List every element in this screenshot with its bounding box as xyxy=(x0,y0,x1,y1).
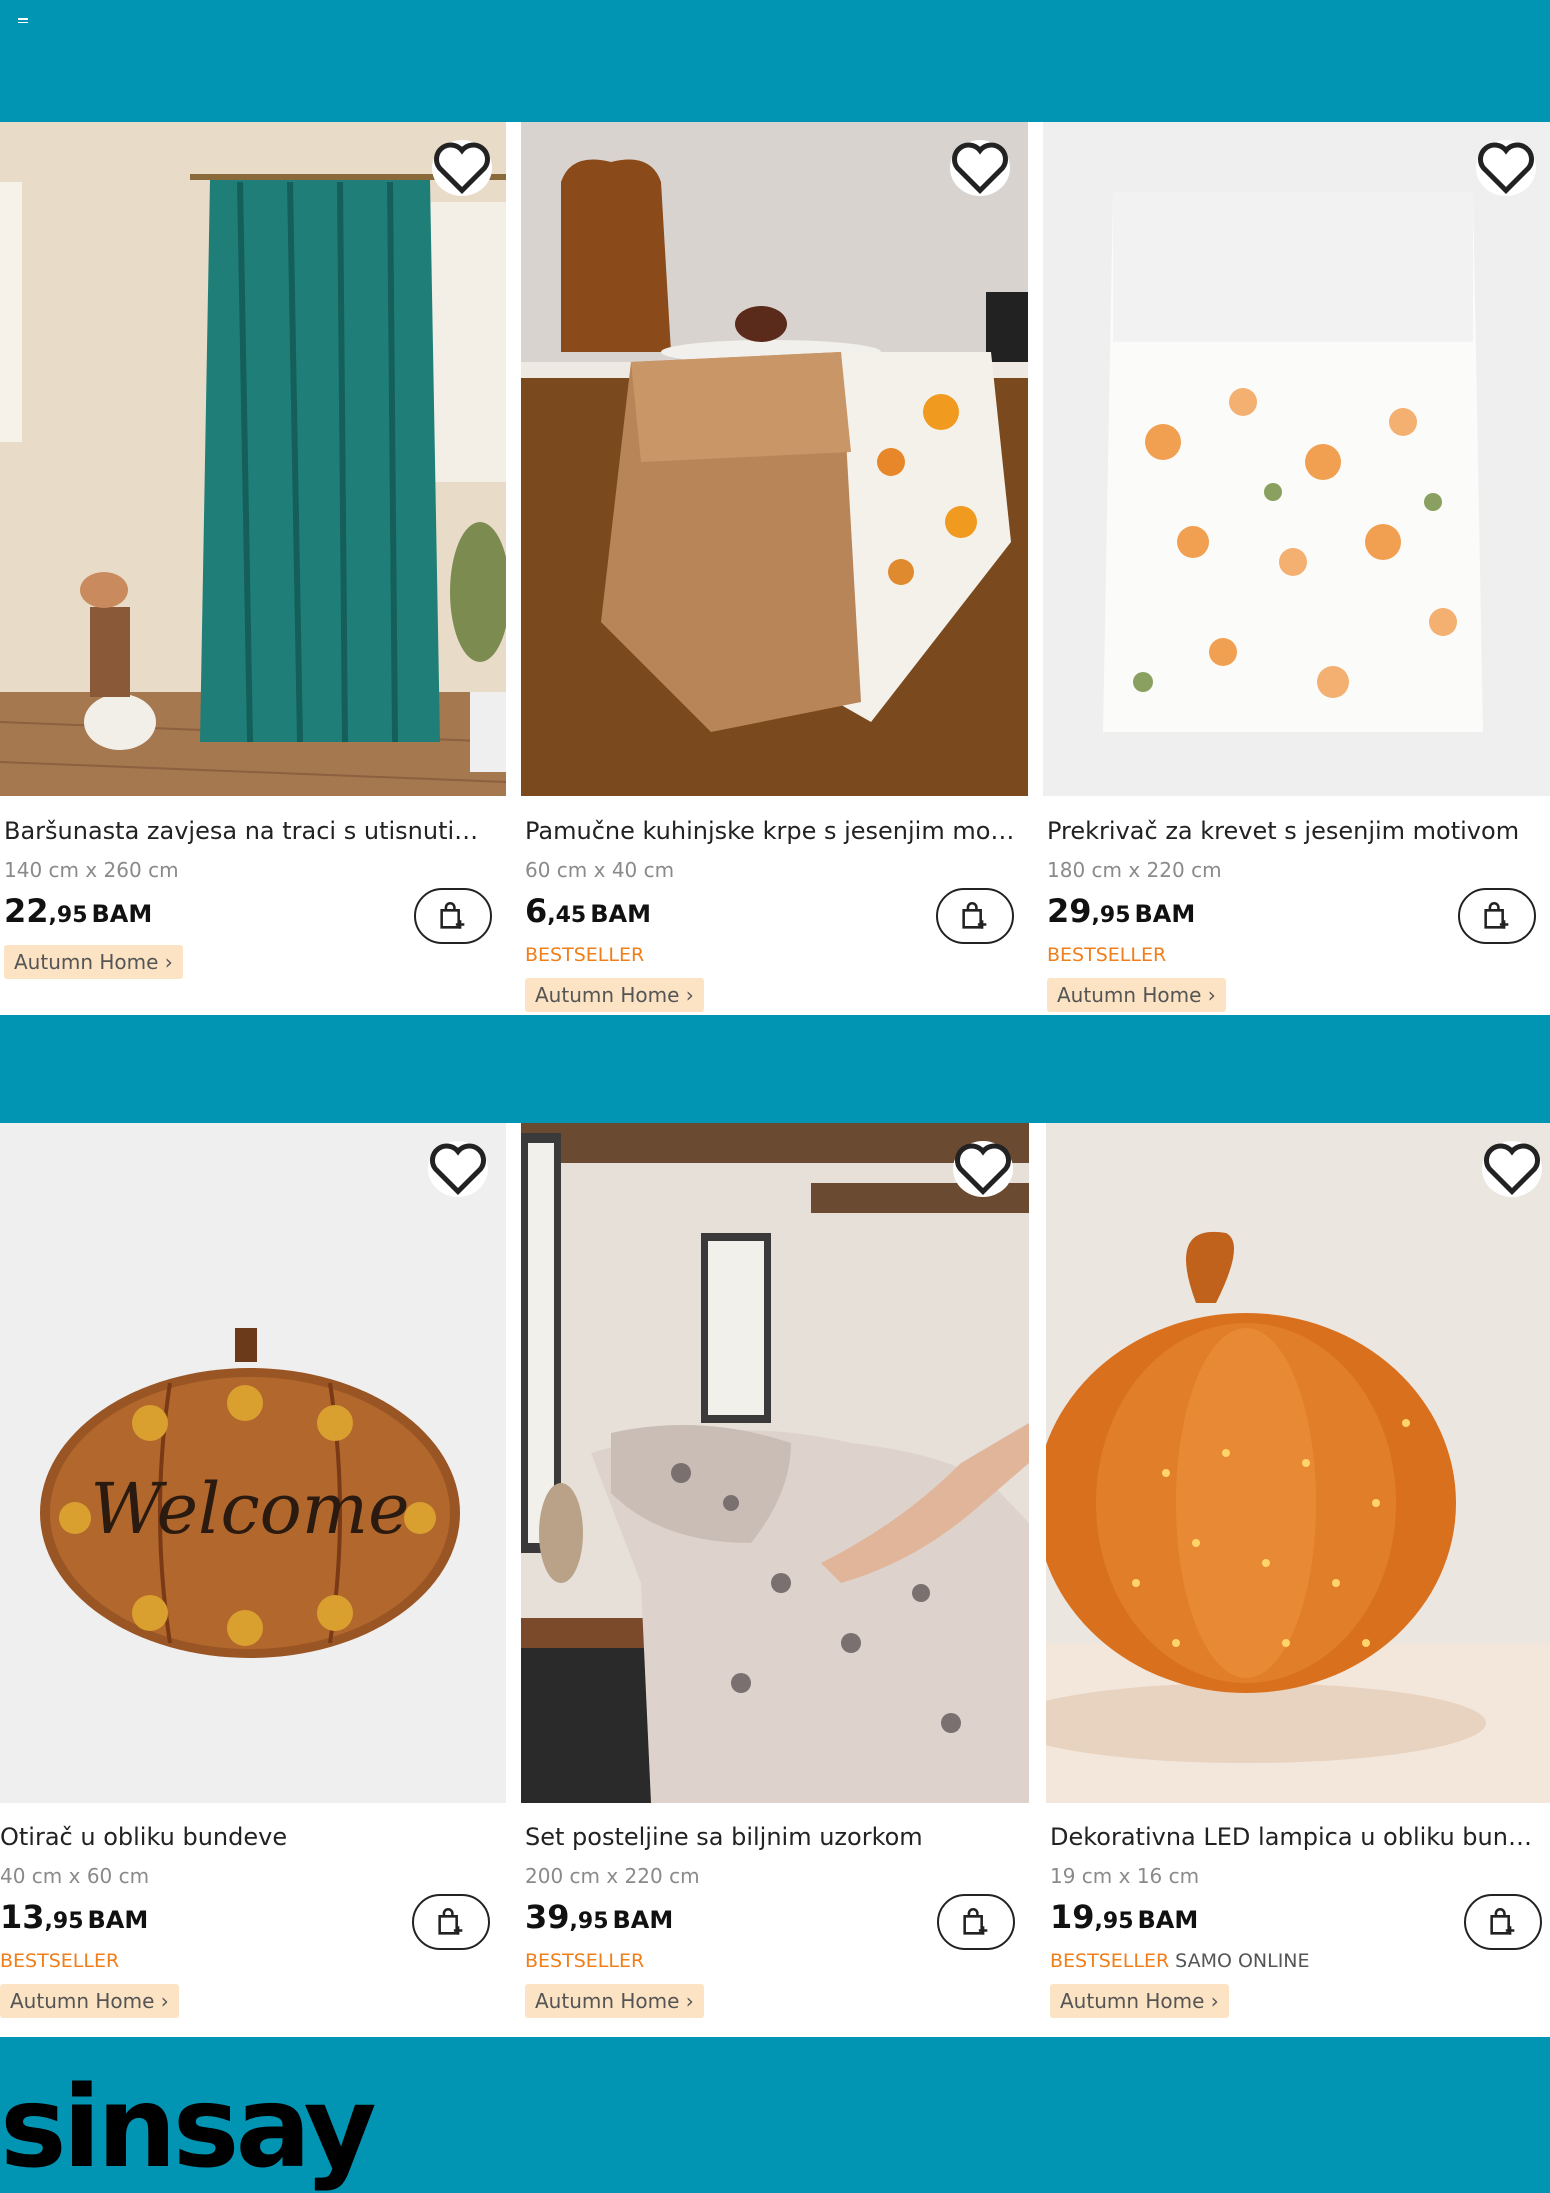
heart-icon xyxy=(1478,142,1534,195)
wishlist-button[interactable] xyxy=(1482,1141,1542,1197)
product-card[interactable]: Prekrivač za krevet s jesenjim motivom 1… xyxy=(1043,122,1550,1012)
heart-icon xyxy=(952,142,1008,195)
wishlist-button[interactable] xyxy=(1476,140,1536,196)
product-price: 22,95 BAM xyxy=(4,892,153,930)
product-name[interactable]: Dekorativna LED lampica u obliku bund... xyxy=(1050,1823,1540,1851)
collection-tag[interactable]: Autumn Home › xyxy=(525,1984,704,2018)
heart-icon xyxy=(434,142,490,195)
bestseller-badge: BESTSELLER xyxy=(525,944,645,966)
product-badges: BESTSELLER xyxy=(1047,944,1166,966)
middle-band xyxy=(0,1015,1550,1123)
product-price: 19,95 BAM xyxy=(1050,1898,1199,1936)
heart-icon xyxy=(1484,1143,1540,1196)
product-badges: BESTSELLER xyxy=(525,944,644,966)
product-image[interactable] xyxy=(1043,122,1550,796)
product-price: 13,95 BAM xyxy=(0,1898,149,1936)
bestseller-badge: BESTSELLER xyxy=(1050,1950,1170,1972)
doormat-text: Welcome xyxy=(90,1468,409,1550)
product-name[interactable]: Prekrivač za krevet s jesenjim motivom xyxy=(1047,817,1537,845)
product-name[interactable]: Pamučne kuhinjske krpe s jesenjim moti..… xyxy=(525,817,1015,845)
product-row-2: Welcome Otirač u obliku bundeve 40 cm x … xyxy=(0,1123,1550,2037)
top-band xyxy=(0,0,1550,122)
product-badges: BESTSELLER xyxy=(0,1950,119,1972)
product-price: 39,95 BAM xyxy=(525,1898,674,1936)
product-size: 200 cm x 220 cm xyxy=(525,1864,700,1888)
wishlist-button[interactable] xyxy=(953,1141,1013,1197)
add-to-cart-icon xyxy=(440,901,465,929)
product-card[interactable]: Dekorativna LED lampica u obliku bund...… xyxy=(1046,1123,1550,2018)
menu-icon[interactable] xyxy=(18,18,28,26)
product-badges: BESTSELLER xyxy=(525,1950,644,1972)
product-image[interactable] xyxy=(521,1123,1029,1803)
add-to-cart-icon xyxy=(438,1907,463,1935)
product-size: 40 cm x 60 cm xyxy=(0,1864,150,1888)
bestseller-badge: BESTSELLER xyxy=(525,1950,645,1972)
product-badges: BESTSELLER SAMO ONLINE xyxy=(1050,1950,1310,1972)
add-to-cart-button[interactable] xyxy=(1464,1894,1542,1950)
online-only-badge: SAMO ONLINE xyxy=(1175,1950,1310,1972)
collection-tag[interactable]: Autumn Home › xyxy=(4,945,183,979)
product-image[interactable] xyxy=(521,122,1028,796)
product-name[interactable]: Set posteljine sa biljnim uzorkom xyxy=(525,1823,1015,1851)
product-image[interactable]: Welcome xyxy=(0,1123,506,1803)
product-row-1: Baršunasta zavjesa na traci s utisnutim … xyxy=(0,122,1550,1015)
product-price: 6,45 BAM xyxy=(525,892,651,930)
product-card[interactable]: Baršunasta zavjesa na traci s utisnutim … xyxy=(0,122,506,979)
product-name[interactable]: Baršunasta zavjesa na traci s utisnutim … xyxy=(4,817,494,845)
wishlist-button[interactable] xyxy=(432,140,492,196)
product-image[interactable] xyxy=(0,122,506,796)
add-to-cart-button[interactable] xyxy=(1458,888,1536,944)
add-to-cart-button[interactable] xyxy=(936,888,1014,944)
product-card[interactable]: Welcome Otirač u obliku bundeve 40 cm x … xyxy=(0,1123,506,2018)
bestseller-badge: BESTSELLER xyxy=(0,1950,120,1972)
product-size: 60 cm x 40 cm xyxy=(525,858,675,882)
collection-tag[interactable]: Autumn Home › xyxy=(525,978,704,1012)
product-image[interactable] xyxy=(1046,1123,1550,1803)
collection-tag[interactable]: Autumn Home › xyxy=(1050,1984,1229,2018)
wishlist-button[interactable] xyxy=(950,140,1010,196)
product-card[interactable]: Set posteljine sa biljnim uzorkom 200 cm… xyxy=(521,1123,1029,2018)
wishlist-button[interactable] xyxy=(428,1141,488,1197)
add-to-cart-button[interactable] xyxy=(414,888,492,944)
collection-tag[interactable]: Autumn Home › xyxy=(1047,978,1226,1012)
add-to-cart-icon xyxy=(1484,901,1509,929)
sinsay-logo[interactable]: sinsay xyxy=(0,2072,377,2184)
product-price: 29,95 BAM xyxy=(1047,892,1196,930)
heart-icon xyxy=(955,1143,1011,1196)
bestseller-badge: BESTSELLER xyxy=(1047,944,1167,966)
heart-icon xyxy=(430,1143,486,1196)
product-size: 140 cm x 260 cm xyxy=(4,858,179,882)
collection-tag[interactable]: Autumn Home › xyxy=(0,1984,179,2018)
product-card[interactable]: Pamučne kuhinjske krpe s jesenjim moti..… xyxy=(521,122,1028,1012)
product-name[interactable]: Otirač u obliku bundeve xyxy=(0,1823,490,1851)
add-to-cart-icon xyxy=(963,1907,988,1935)
product-size: 19 cm x 16 cm xyxy=(1050,1864,1200,1888)
add-to-cart-icon xyxy=(1490,1907,1515,1935)
product-size: 180 cm x 220 cm xyxy=(1047,858,1222,882)
add-to-cart-button[interactable] xyxy=(412,1894,490,1950)
add-to-cart-icon xyxy=(962,901,987,929)
add-to-cart-button[interactable] xyxy=(937,1894,1015,1950)
